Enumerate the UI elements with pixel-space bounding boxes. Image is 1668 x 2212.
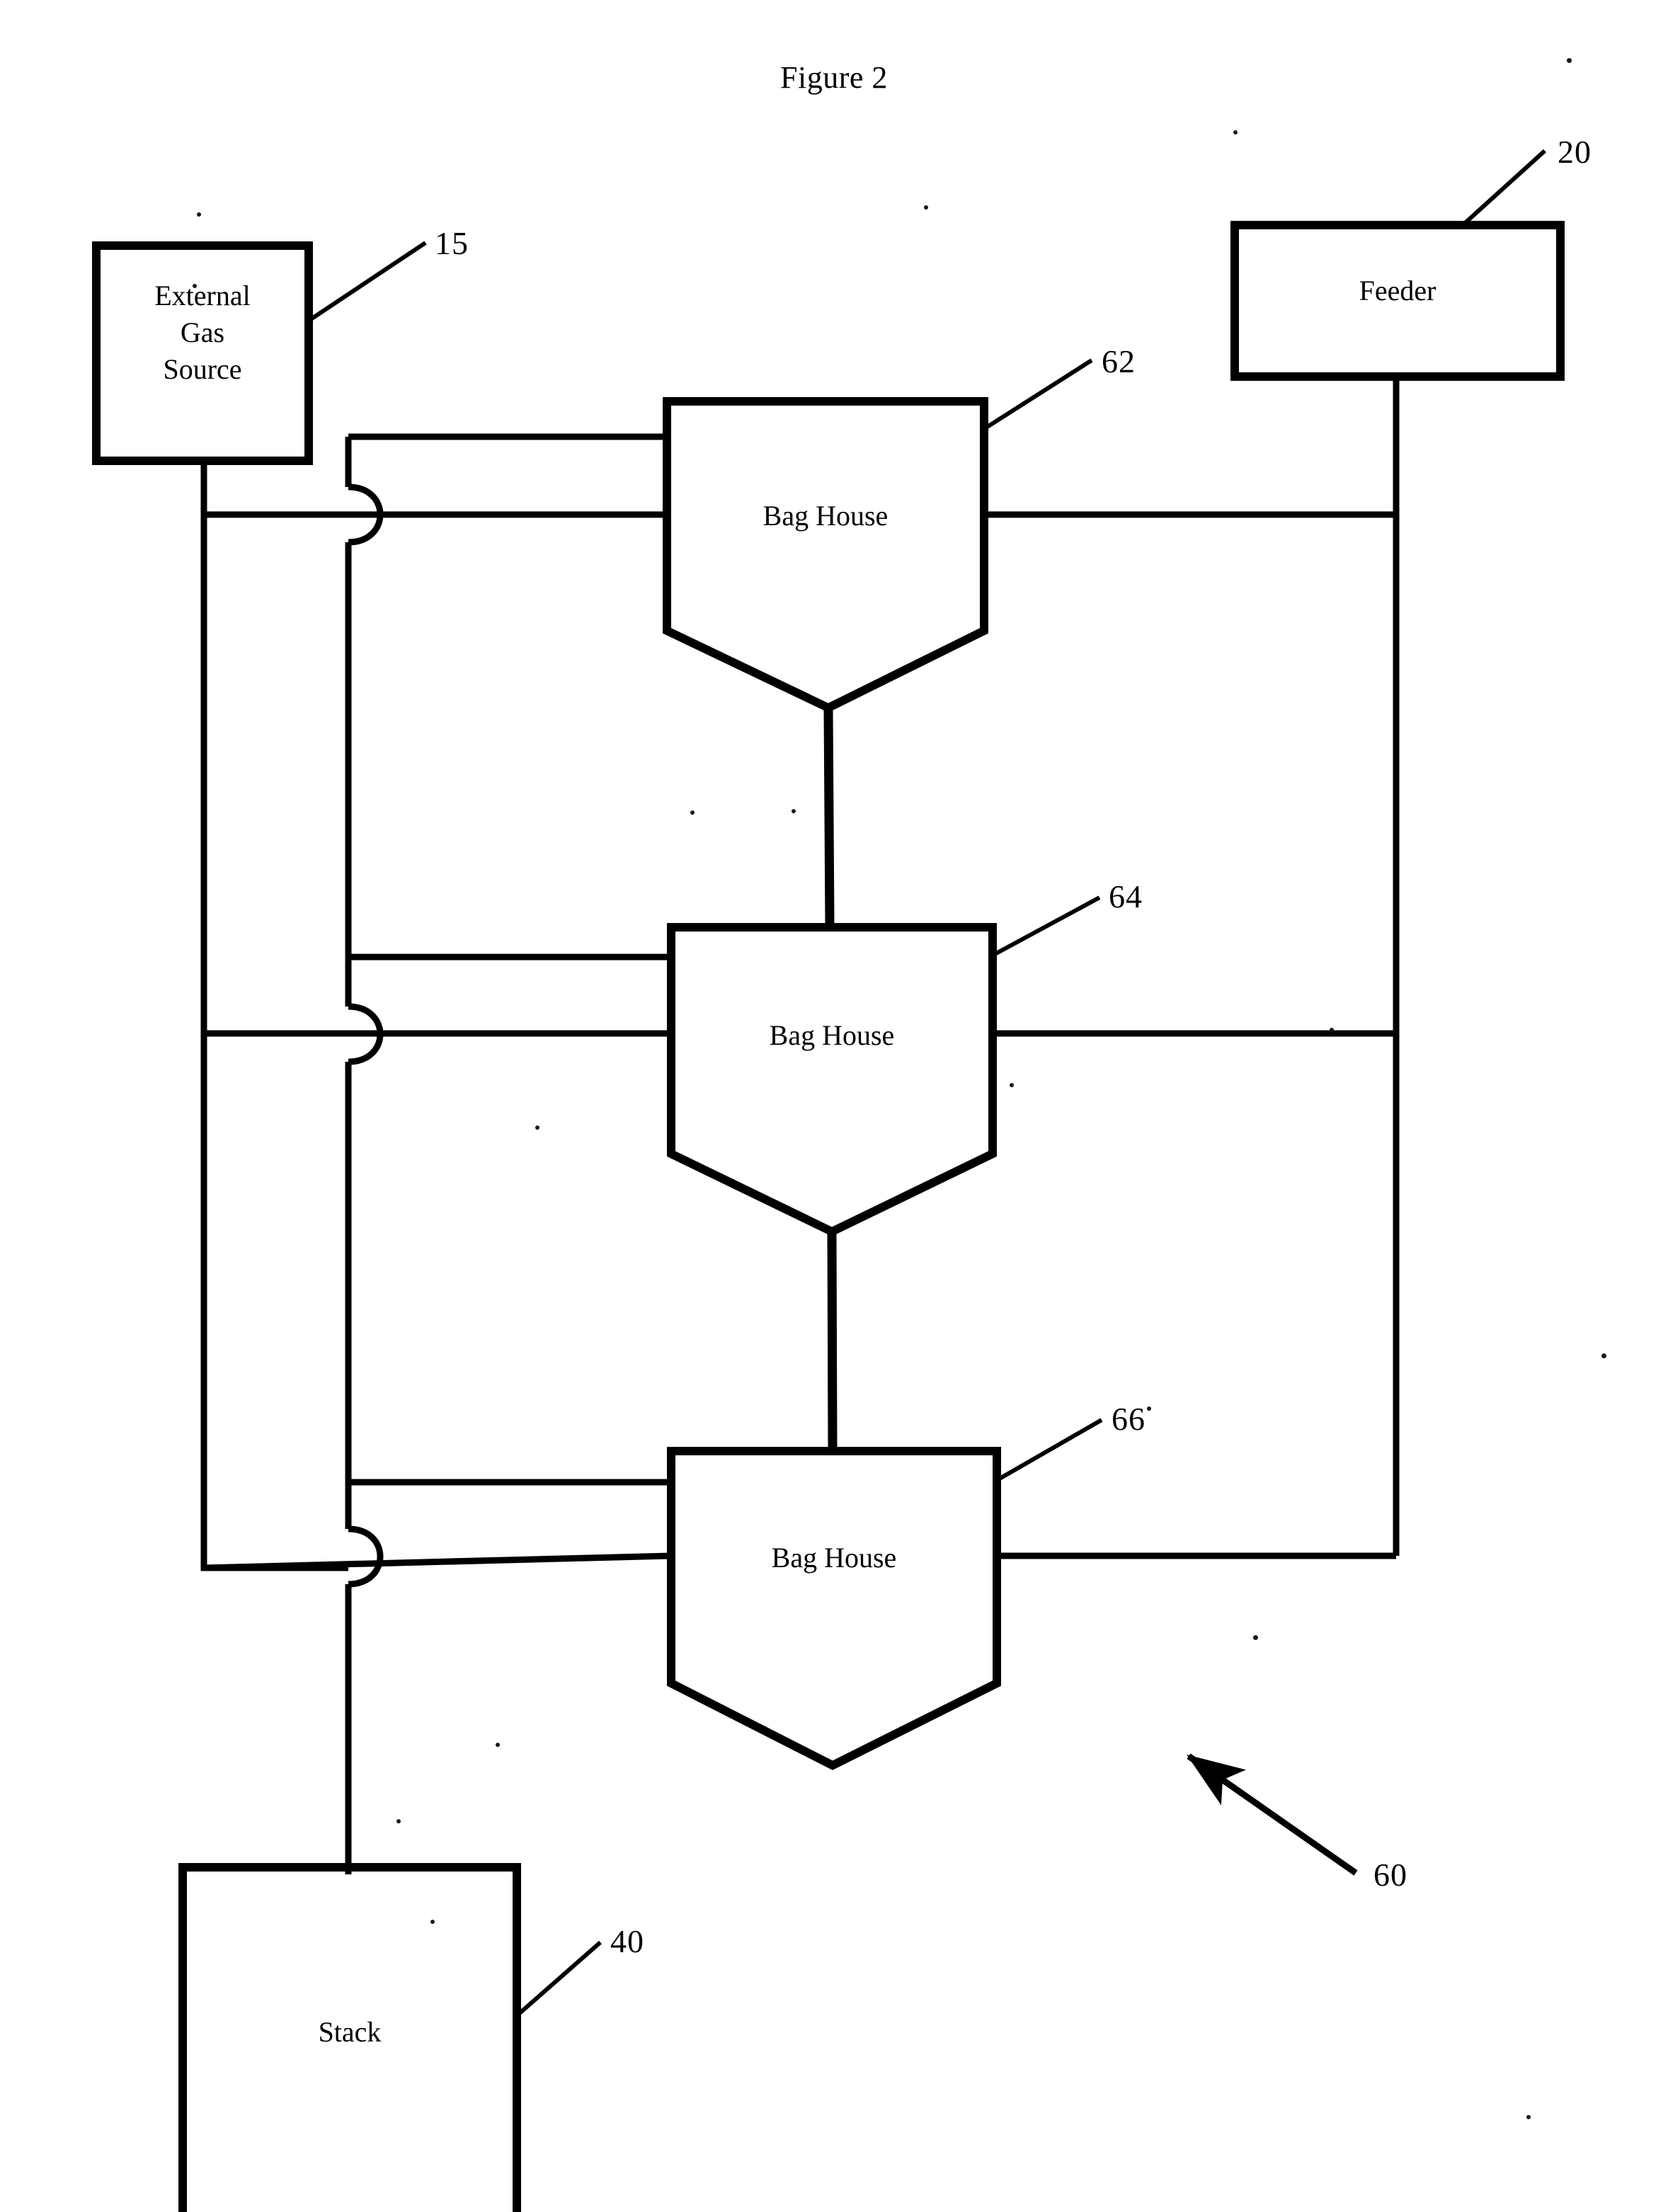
scan-speck <box>1567 58 1572 63</box>
scan-speck <box>924 205 928 210</box>
branch-66-lower-gasline <box>203 1552 672 1571</box>
ref-numeral-20: 20 <box>1558 134 1592 170</box>
stack-box <box>178 1863 521 2212</box>
bag-house-62-shape <box>663 397 988 713</box>
external-gas-source-box <box>92 241 313 465</box>
scan-speck <box>396 1819 401 1823</box>
scan-speck <box>1526 2115 1531 2119</box>
leader-line-62 <box>985 358 1093 430</box>
ref-numeral-66: 66 <box>1112 1401 1146 1437</box>
bag-house-66-shape <box>667 1447 1001 1770</box>
ref-numeral-64: 64 <box>1109 878 1143 915</box>
leader-line-40 <box>518 1940 602 2016</box>
hopper-drop-64-to-66 <box>827 1231 838 1452</box>
scan-speck <box>1147 1406 1151 1411</box>
scan-speck <box>193 284 197 288</box>
ref-numeral-15: 15 <box>435 225 469 261</box>
leader-line-66 <box>997 1418 1103 1482</box>
scan-speck <box>1330 1028 1334 1032</box>
scan-speck <box>1010 1083 1014 1087</box>
figure-canvas: Figure 2 External Gas Source Feeder Bag … <box>0 0 1668 2212</box>
scan-speck <box>1253 1635 1258 1640</box>
scan-speck <box>496 1743 500 1747</box>
scan-speck <box>792 809 796 813</box>
scan-speck <box>1601 1353 1606 1358</box>
leader-line-64 <box>993 895 1101 956</box>
leader-line-20 <box>1461 149 1547 227</box>
leader-line-15 <box>307 241 427 323</box>
ref-numeral-62: 62 <box>1102 343 1136 379</box>
riser-line-hop-3 <box>348 1525 384 1588</box>
hopper-drop-62-to-64 <box>823 707 835 928</box>
feeder-box <box>1230 221 1565 381</box>
bag-house-64-shape <box>667 923 997 1237</box>
scan-speck <box>430 1920 435 1924</box>
scan-speck <box>197 212 201 217</box>
diagram-lineart <box>92 149 1565 2212</box>
scan-speck <box>690 810 695 815</box>
gas-source-trunk <box>200 461 348 1571</box>
ref-numeral-60: 60 <box>1373 1857 1407 1893</box>
ref-numeral-40: 40 <box>610 1923 644 1959</box>
scan-speck <box>1233 130 1238 134</box>
scan-speck <box>535 1125 539 1130</box>
callout-arrow-60 <box>1187 1753 1358 1876</box>
